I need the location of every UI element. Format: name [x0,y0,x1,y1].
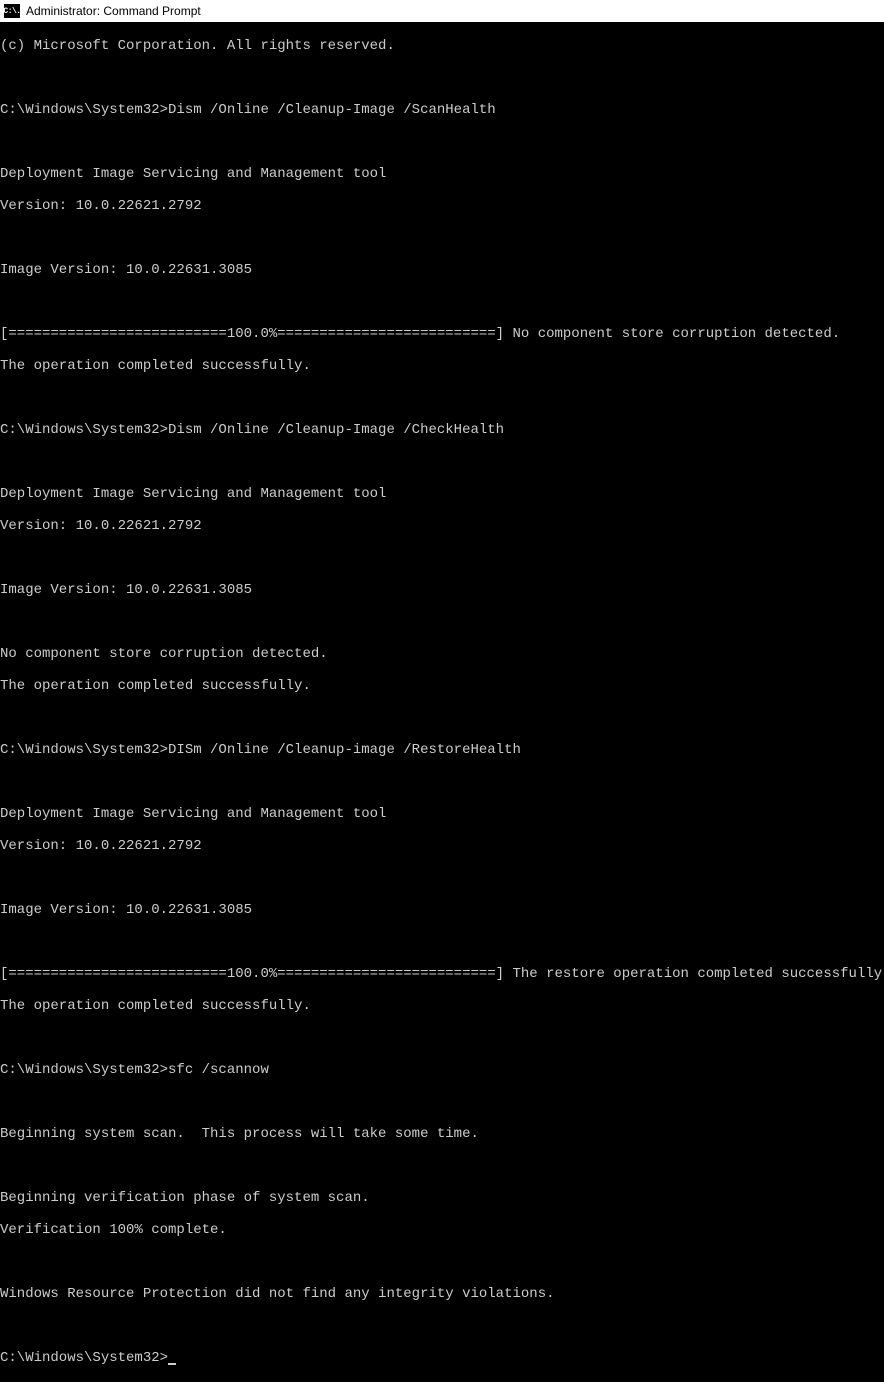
output-line: The operation completed successfully. [0,998,884,1014]
output-line: No component store corruption detected. [0,646,884,662]
output-line: [==========================100.0%=======… [0,966,884,982]
output-line [0,614,884,630]
output-line: Beginning verification phase of system s… [0,1190,884,1206]
prompt-line: C:\Windows\System32>sfc /scannow [0,1062,884,1078]
cmd-icon: C:\. [4,4,20,18]
output-line [0,1254,884,1270]
output-line [0,294,884,310]
window-titlebar[interactable]: C:\. Administrator: Command Prompt [0,0,884,22]
output-line [0,934,884,950]
output-line: Verification 100% complete. [0,1222,884,1238]
output-line: The operation completed successfully. [0,358,884,374]
prompt-line: C:\Windows\System32> [0,1350,884,1366]
prompt-text: C:\Windows\System32> [0,1350,168,1366]
output-line: The operation completed successfully. [0,678,884,694]
output-line: [==========================100.0%=======… [0,326,884,342]
output-line [0,1030,884,1046]
output-line [0,1094,884,1110]
output-line [0,390,884,406]
output-line: Version: 10.0.22621.2792 [0,838,884,854]
output-line [0,550,884,566]
output-line [0,70,884,86]
output-line: Deployment Image Servicing and Managemen… [0,486,884,502]
output-line: Image Version: 10.0.22631.3085 [0,262,884,278]
output-line: Image Version: 10.0.22631.3085 [0,902,884,918]
output-line: Windows Resource Protection did not find… [0,1286,884,1302]
output-line [0,1158,884,1174]
output-line: Deployment Image Servicing and Managemen… [0,806,884,822]
output-line: Beginning system scan. This process will… [0,1126,884,1142]
prompt-line: C:\Windows\System32>Dism /Online /Cleanu… [0,422,884,438]
prompt-line: C:\Windows\System32>Dism /Online /Cleanu… [0,102,884,118]
cursor-icon [168,1363,176,1365]
output-line [0,710,884,726]
terminal-output[interactable]: (c) Microsoft Corporation. All rights re… [0,22,884,1382]
output-line: Deployment Image Servicing and Managemen… [0,166,884,182]
output-line [0,134,884,150]
output-line [0,230,884,246]
output-line: (c) Microsoft Corporation. All rights re… [0,38,884,54]
output-line: Version: 10.0.22621.2792 [0,518,884,534]
output-line [0,870,884,886]
output-line: Image Version: 10.0.22631.3085 [0,582,884,598]
output-line [0,774,884,790]
output-line: Version: 10.0.22621.2792 [0,198,884,214]
output-line [0,454,884,470]
prompt-line: C:\Windows\System32>DISm /Online /Cleanu… [0,742,884,758]
output-line [0,1318,884,1334]
window-title: Administrator: Command Prompt [26,4,201,18]
